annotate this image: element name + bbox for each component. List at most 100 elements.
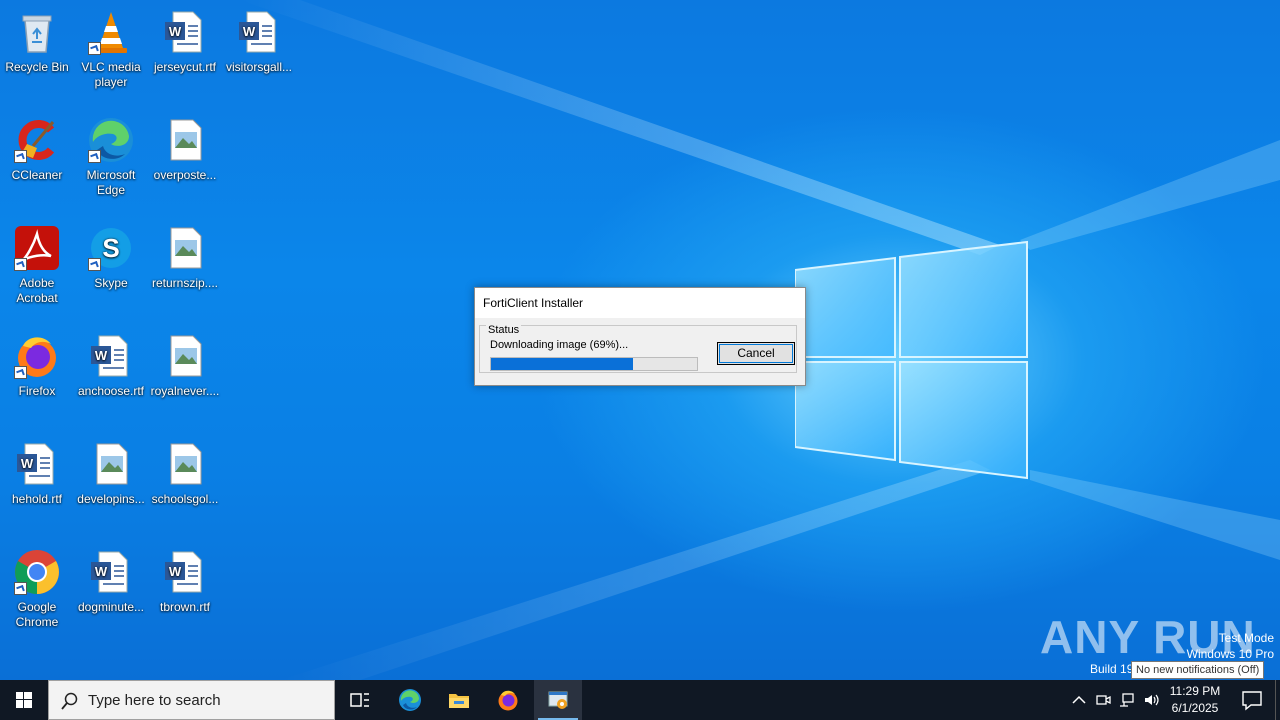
- taskbar-installer-button[interactable]: [534, 680, 582, 720]
- start-button[interactable]: [0, 680, 48, 720]
- word-doc-icon: W: [165, 551, 202, 593]
- desktop-icon-label: VLC media player: [81, 60, 141, 89]
- status-group-label: Status: [486, 324, 522, 336]
- desktop-icon-edge[interactable]: Microsoft Edge: [74, 116, 148, 198]
- taskbar-file-explorer-button[interactable]: [435, 680, 483, 720]
- desktop-icon-dogminute[interactable]: W dogminute...: [74, 548, 148, 615]
- shortcut-arrow-icon: [88, 42, 101, 55]
- image-file-icon: [96, 443, 128, 485]
- shortcut-arrow-icon: [14, 150, 27, 163]
- image-file-icon: [170, 227, 202, 269]
- search-placeholder: Type here to search: [88, 692, 221, 709]
- desktop-icon-adobe-acrobat[interactable]: Adobe Acrobat: [0, 224, 74, 306]
- network-icon[interactable]: [1119, 692, 1135, 708]
- shortcut-arrow-icon: [88, 258, 101, 271]
- notification-icon: [1242, 691, 1262, 711]
- desktop-icon-label: overposte...: [153, 168, 217, 182]
- desktop-icon-anchoose[interactable]: W anchoose.rtf: [74, 332, 148, 399]
- desktop-icon-label: anchoose.rtf: [77, 384, 145, 398]
- download-status-text: Downloading image (69%)...: [490, 339, 629, 351]
- image-file-icon: [170, 443, 202, 485]
- desktop-icon-label: CCleaner: [11, 168, 63, 182]
- taskbar-search-box[interactable]: Type here to search: [48, 680, 335, 720]
- desktop-icon-skype[interactable]: S Skype: [74, 224, 148, 291]
- build-label: Build 19: [1090, 662, 1134, 676]
- desktop-icon-firefox[interactable]: Firefox: [0, 332, 74, 399]
- svg-text:W: W: [21, 456, 34, 471]
- taskbar-clock[interactable]: 11:29 PM 6/1/2025: [1164, 683, 1226, 717]
- desktop-icon-label: visitorsgall...: [225, 60, 293, 74]
- image-file-icon: [170, 335, 202, 377]
- notifications-tooltip: No new notifications (Off): [1131, 661, 1265, 679]
- desktop-icon-overposte[interactable]: overposte...: [148, 116, 222, 183]
- firefox-icon: [498, 690, 518, 711]
- download-progress-bar: [490, 357, 698, 371]
- word-doc-icon: W: [17, 443, 54, 485]
- desktop-icon-ccleaner[interactable]: CCleaner: [0, 116, 74, 183]
- desktop-icon-label: royalnever....: [150, 384, 220, 398]
- recycle-bin-icon: [22, 15, 52, 53]
- desktop-icon-jerseycut[interactable]: W jerseycut.rtf: [148, 8, 222, 75]
- desktop-icon-label: dogminute...: [77, 600, 145, 614]
- desktop-icon-label: jerseycut.rtf: [153, 60, 216, 74]
- desktop-icon-visitorsgall[interactable]: W visitorsgall...: [222, 8, 296, 75]
- desktop-icon-label: tbrown.rtf: [159, 600, 210, 614]
- meet-now-icon[interactable]: [1095, 692, 1111, 708]
- desktop: Recycle Bin VLC media player W jerseycut…: [0, 0, 1280, 680]
- image-file-icon: [170, 119, 202, 161]
- shortcut-arrow-icon: [14, 258, 27, 271]
- desktop-icon-tbrown[interactable]: W tbrown.rtf: [148, 548, 222, 615]
- shortcut-arrow-icon: [14, 582, 27, 595]
- desktop-icon-label: returnszip....: [151, 276, 219, 290]
- clock-date: 6/1/2025: [1171, 701, 1219, 715]
- windows-logo-wallpaper: [795, 240, 1028, 480]
- desktop-icon-label: Microsoft Edge: [86, 168, 136, 197]
- cancel-button[interactable]: Cancel: [717, 342, 795, 365]
- svg-text:W: W: [95, 348, 108, 363]
- test-mode-label: Test Mode: [1218, 631, 1274, 645]
- desktop-icon-label: Firefox: [18, 384, 56, 398]
- edge-icon: [399, 689, 421, 711]
- progress-fill: [491, 358, 634, 370]
- desktop-icon-label: Skype: [94, 276, 128, 290]
- taskbar: Type here to search 11:29 PM 6/1/2025: [0, 680, 1280, 720]
- svg-text:W: W: [169, 564, 182, 579]
- desktop-icon-developins[interactable]: developins...: [74, 440, 148, 507]
- folder-icon: [449, 694, 469, 708]
- forticlient-installer-dialog[interactable]: FortiClient Installer Status Downloading…: [474, 287, 806, 386]
- chevron-up-icon[interactable]: [1071, 692, 1087, 708]
- task-view-button[interactable]: [336, 680, 384, 720]
- desktop-icon-label: Recycle Bin: [5, 60, 69, 74]
- desktop-icon-royalnever[interactable]: royalnever....: [148, 332, 222, 399]
- task-view-icon: [350, 693, 369, 707]
- word-doc-icon: W: [91, 335, 128, 377]
- shortcut-arrow-icon: [14, 366, 27, 379]
- installer-icon: [548, 691, 568, 709]
- desktop-icon-label: Google Chrome: [15, 600, 59, 629]
- desktop-icon-vlc[interactable]: VLC media player: [74, 8, 148, 90]
- desktop-icon-recycle-bin[interactable]: Recycle Bin: [0, 8, 74, 75]
- desktop-icon-hehold[interactable]: W hehold.rtf: [0, 440, 74, 507]
- desktop-icon-label: Adobe Acrobat: [16, 276, 58, 305]
- volume-icon[interactable]: [1143, 692, 1159, 708]
- clock-time: 11:29 PM: [1169, 684, 1221, 698]
- taskbar-edge-button[interactable]: [386, 680, 434, 720]
- desktop-icon-label: schoolsgol...: [151, 492, 219, 506]
- shortcut-arrow-icon: [88, 150, 101, 163]
- windows-start-icon: [16, 692, 32, 708]
- search-icon: [61, 692, 78, 710]
- desktop-icon-returnszip[interactable]: returnszip....: [148, 224, 222, 291]
- word-doc-icon: W: [91, 551, 128, 593]
- action-center-button[interactable]: [1232, 680, 1272, 720]
- desktop-icon-label: hehold.rtf: [11, 492, 63, 506]
- desktop-icon-schoolsgol[interactable]: schoolsgol...: [148, 440, 222, 507]
- svg-text:W: W: [169, 24, 182, 39]
- taskbar-firefox-button[interactable]: [484, 680, 532, 720]
- word-doc-icon: W: [165, 11, 202, 53]
- dialog-title[interactable]: FortiClient Installer: [475, 288, 805, 318]
- desktop-icon-google-chrome[interactable]: Google Chrome: [0, 548, 74, 630]
- show-desktop-button[interactable]: [1275, 680, 1280, 720]
- svg-text:S: S: [102, 233, 119, 263]
- svg-text:W: W: [95, 564, 108, 579]
- desktop-icon-label: developins...: [77, 492, 145, 506]
